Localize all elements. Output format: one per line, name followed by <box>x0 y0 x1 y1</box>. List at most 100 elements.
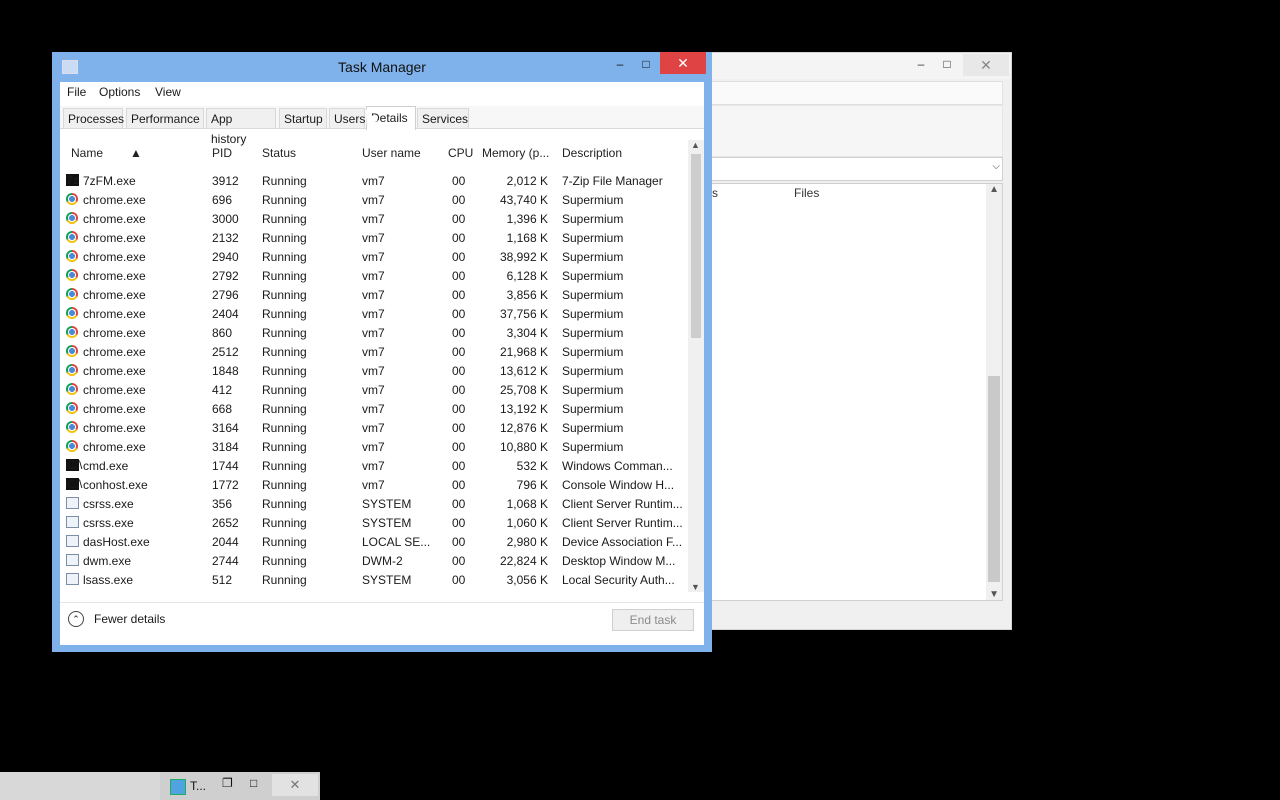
collapse-chevron-icon[interactable]: ⌃ <box>68 611 84 627</box>
bg-column-header-partial[interactable]: s <box>712 186 718 200</box>
table-row[interactable]: dwm.exe 2744 Running DWM-2 00 22,824 K Desktop… <box>60 552 688 571</box>
column-header-cpu[interactable]: CPU <box>448 146 473 160</box>
table-row[interactable]: chrome.exe 696 Running vm7 00 43,740 K Supermi… <box>60 191 688 210</box>
table-row[interactable]: chrome.exe 2512 Running vm7 00 21,968 K Superm… <box>60 343 688 362</box>
scroll-up-icon[interactable]: ▲ <box>989 184 999 195</box>
tab-startup[interactable]: Startup <box>279 108 327 128</box>
table-row[interactable]: chrome.exe 412 Running vm7 00 25,708 K Supermi… <box>60 381 688 400</box>
process-status: Running <box>262 326 307 340</box>
process-user: vm7 <box>362 231 385 245</box>
maximize-button[interactable]: □ <box>633 54 659 74</box>
scroll-down-icon[interactable]: ▼ <box>989 589 999 600</box>
titlebar[interactable]: Task Manager – □ ✕ <box>52 52 712 82</box>
table-row[interactable]: 7z 7zFM.exe 3912 Running vm7 00 2,012 K 7-Zip F… <box>60 172 688 191</box>
chevron-down-icon[interactable]: ⌵ <box>992 161 1000 172</box>
process-pid: 696 <box>212 193 233 207</box>
fewer-details-link[interactable]: Fewer details <box>94 612 165 626</box>
process-cpu: 00 <box>452 345 466 359</box>
chrome-icon <box>66 250 78 262</box>
table-row[interactable]: chrome.exe 3184 Running vm7 00 10,880 K Superm… <box>60 438 688 457</box>
bg-close-button[interactable]: ✕ <box>963 54 1009 76</box>
process-status: Running <box>262 364 307 378</box>
column-header-user[interactable]: User name <box>362 146 421 160</box>
process-description: Local Security Auth... <box>562 573 675 587</box>
taskbar: T... ❐ □ ✕ <box>0 772 320 800</box>
process-status: Running <box>262 478 307 492</box>
taskbar-item-label[interactable]: T... <box>190 779 206 793</box>
table-row[interactable]: C:\ cmd.exe 1744 Running vm7 00 532 K Windows C… <box>60 457 688 476</box>
taskbar-close-button[interactable]: ✕ <box>272 774 318 796</box>
menu-options[interactable]: Options <box>99 85 140 99</box>
process-cpu: 00 <box>452 250 466 264</box>
table-row[interactable]: chrome.exe 2796 Running vm7 00 3,856 K Supermi… <box>60 286 688 305</box>
scroll-up-icon[interactable]: ▲ <box>691 140 700 150</box>
bg-minimize-button[interactable]: – <box>909 57 933 75</box>
process-name: chrome.exe <box>83 193 146 207</box>
scrollbar-thumb[interactable] <box>691 154 701 338</box>
column-header-pid[interactable]: PID <box>212 146 232 160</box>
scroll-down-icon[interactable]: ▼ <box>691 582 700 592</box>
table-row[interactable]: chrome.exe 668 Running vm7 00 13,192 K Supermi… <box>60 400 688 419</box>
process-description: Supermium <box>562 288 624 302</box>
process-description: Supermium <box>562 440 624 454</box>
taskbar-task-manager-item[interactable]: T... ❐ □ ✕ <box>160 772 320 800</box>
process-pid: 3912 <box>212 174 239 188</box>
process-user: vm7 <box>362 307 385 321</box>
bg-combo[interactable]: ⌵ <box>711 157 1003 181</box>
table-row[interactable]: rundll32.exe476Runningvm700972 KWindows … <box>60 590 688 592</box>
table-scrollbar[interactable]: ▲ ▼ <box>688 140 704 592</box>
minimize-button[interactable]: – <box>607 54 633 74</box>
menu-view[interactable]: View <box>155 85 181 99</box>
bg-scrollbar[interactable]: ▲ ▼ <box>986 184 1002 600</box>
menu-file[interactable]: File <box>67 85 86 99</box>
table-row[interactable]: csrss.exe 356 Running SYSTEM 00 1,068 K Client… <box>60 495 688 514</box>
table-row[interactable]: dasHost.exe 2044 Running LOCAL SE... 00 2,980… <box>60 533 688 552</box>
tab-performance[interactable]: Performance <box>126 108 204 128</box>
process-memory: 3,056 K <box>506 573 548 587</box>
table-row[interactable]: chrome.exe 1848 Running vm7 00 13,612 K Superm… <box>60 362 688 381</box>
tab-services[interactable]: Services <box>417 108 469 128</box>
taskbar-restore-button[interactable]: ❐ <box>222 776 233 790</box>
process-memory: 38,992 K <box>499 250 548 264</box>
table-row[interactable]: chrome.exe 860 Running vm7 00 3,304 K Supermiu… <box>60 324 688 343</box>
process-pid: 2512 <box>212 345 239 359</box>
table-row[interactable]: lsass.exe 512 Running SYSTEM 00 3,056 K Local … <box>60 571 688 590</box>
process-name: chrome.exe <box>83 231 146 245</box>
table-row[interactable]: C:\ conhost.exe 1772 Running vm7 00 796 K Conso… <box>60 476 688 495</box>
chrome-icon <box>66 345 78 357</box>
process-user: vm7 <box>362 212 385 226</box>
table-row[interactable]: chrome.exe 2404 Running vm7 00 37,756 K Superm… <box>60 305 688 324</box>
table-row[interactable]: chrome.exe 2792 Running vm7 00 6,128 K Supermi… <box>60 267 688 286</box>
column-header-status[interactable]: Status <box>262 146 296 160</box>
column-header-name[interactable]: Name <box>71 146 103 160</box>
process-status: Running <box>262 497 307 511</box>
table-row[interactable]: chrome.exe 3164 Running vm7 00 12,876 K Superm… <box>60 419 688 438</box>
table-row[interactable]: chrome.exe 2132 Running vm7 00 1,168 K Supermi… <box>60 229 688 248</box>
details-table: ▲ Name PID Status User name CPU Memory (… <box>60 140 704 592</box>
end-task-button[interactable]: End task <box>612 609 694 631</box>
process-name: 7zFM.exe <box>83 174 136 188</box>
table-row[interactable]: chrome.exe 3000 Running vm7 00 1,396 K Supermi… <box>60 210 688 229</box>
process-description: Supermium <box>562 383 624 397</box>
tab-processes[interactable]: Processes <box>63 108 124 128</box>
process-description: Device Association F... <box>562 535 683 549</box>
column-header-description[interactable]: Description <box>562 146 622 160</box>
table-row[interactable]: chrome.exe 2940 Running vm7 00 38,992 K Superm… <box>60 248 688 267</box>
taskbar-maximize-button[interactable]: □ <box>250 776 257 790</box>
process-description: Supermium <box>562 345 624 359</box>
bg-scrollbar-thumb[interactable] <box>988 376 1000 582</box>
process-pid: 1772 <box>212 478 239 492</box>
close-button[interactable]: ✕ <box>660 52 706 74</box>
tab-app-history[interactable]: App history <box>206 108 276 146</box>
process-status: Running <box>262 440 307 454</box>
process-pid: 3184 <box>212 440 239 454</box>
bg-column-header-files[interactable]: Files <box>794 186 819 200</box>
column-header-memory[interactable]: Memory (p... <box>482 146 549 160</box>
process-status: Running <box>262 421 307 435</box>
task-manager-icon <box>170 779 186 795</box>
table-row[interactable]: csrss.exe 2652 Running SYSTEM 00 1,060 K Clien… <box>60 514 688 533</box>
table-header: ▲ Name PID Status User name CPU Memory (… <box>60 140 688 166</box>
chrome-icon <box>66 402 78 414</box>
process-pid: 2044 <box>212 535 239 549</box>
bg-maximize-button[interactable]: □ <box>935 57 959 75</box>
